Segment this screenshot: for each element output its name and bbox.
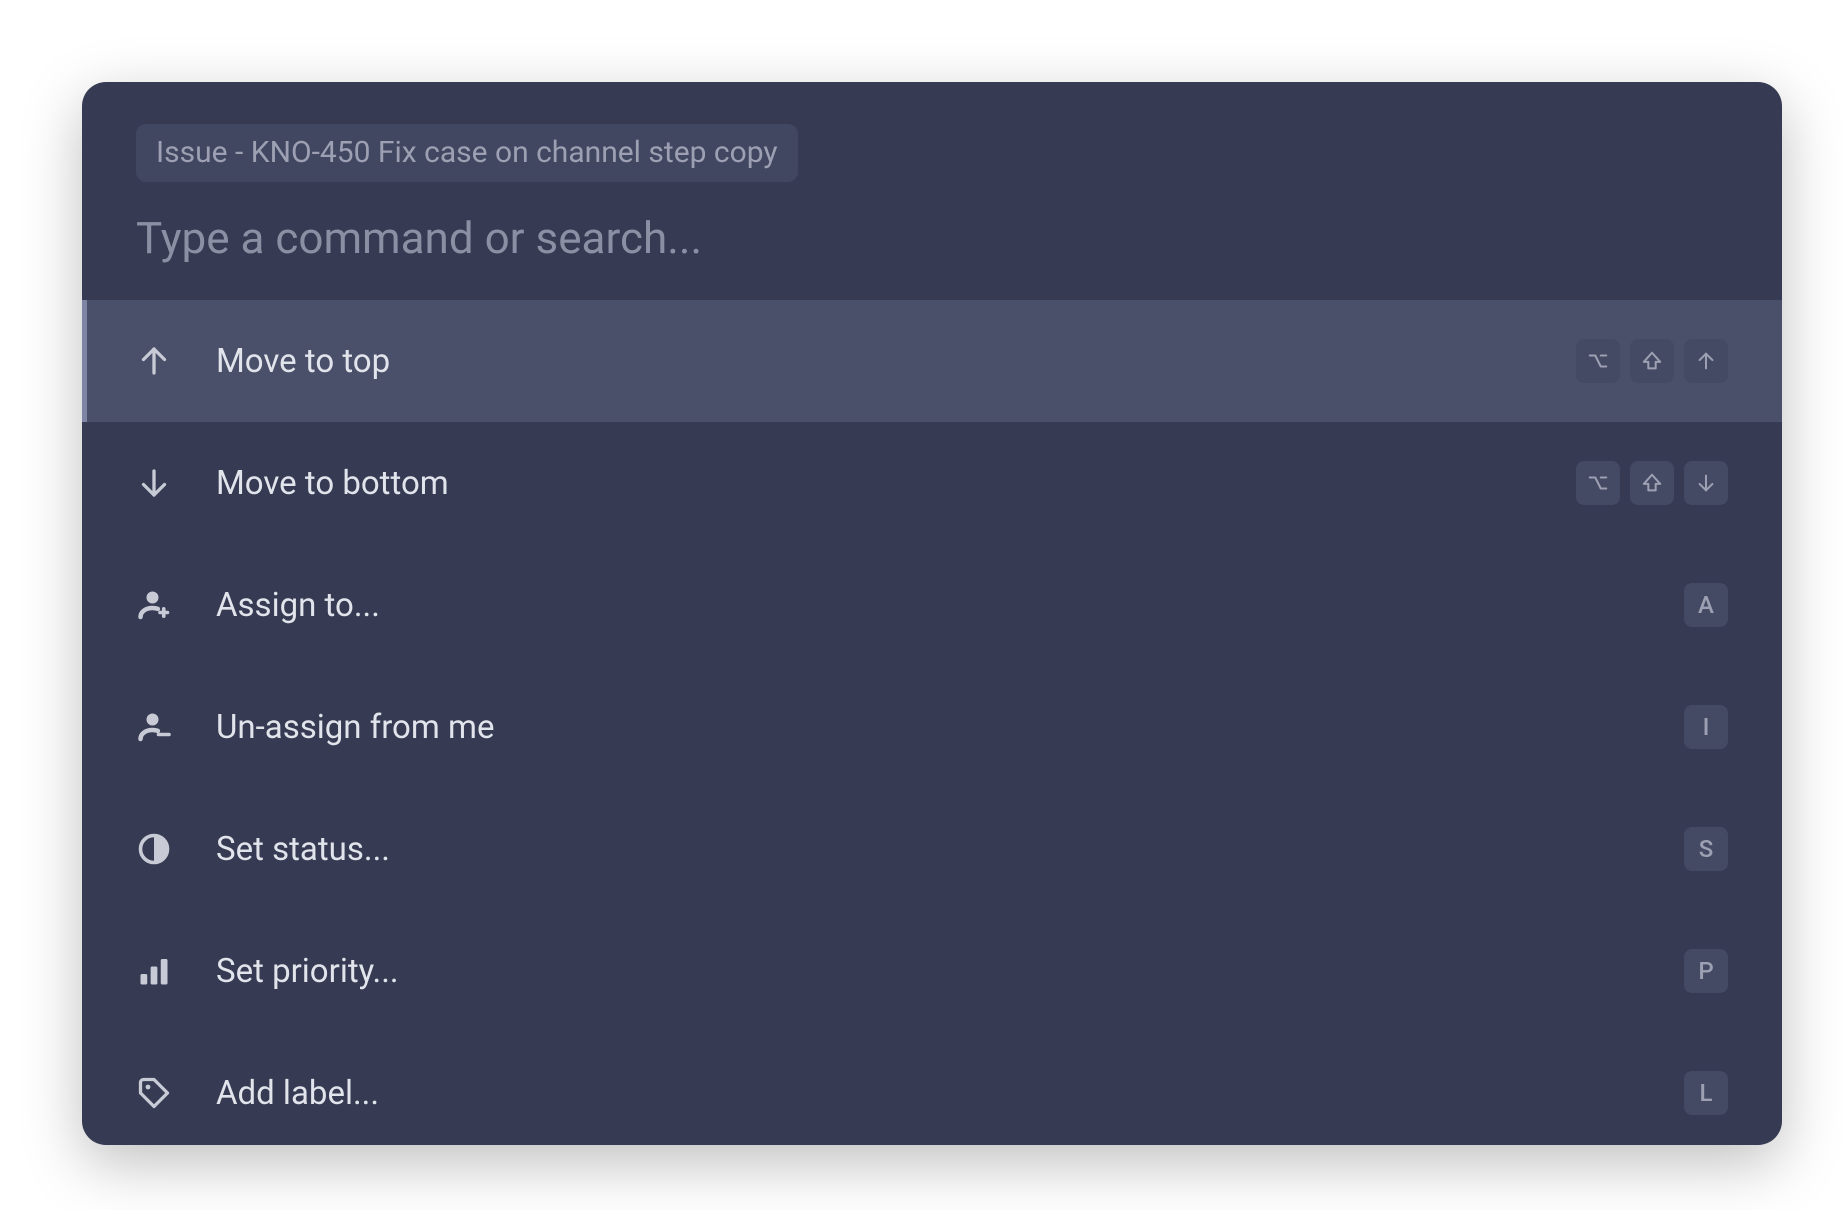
key-letter: I [1684, 705, 1728, 749]
shortcut-group [1576, 339, 1728, 383]
shortcut-group: S [1684, 827, 1728, 871]
key-letter: S [1684, 827, 1728, 871]
key-arrow-down-icon [1684, 461, 1728, 505]
shortcut-group: P [1684, 949, 1728, 993]
shortcut-group [1576, 461, 1728, 505]
context-badge: Issue - KNO-450 Fix case on channel step… [136, 124, 798, 182]
label-icon [136, 1075, 172, 1111]
shortcut-group: I [1684, 705, 1728, 749]
priority-icon [136, 953, 172, 989]
command-set-priority[interactable]: Set priority... P [82, 910, 1782, 1032]
command-search-input[interactable] [136, 212, 1728, 264]
search-wrap [82, 182, 1782, 300]
unassign-icon [136, 709, 172, 745]
command-label: Add label... [216, 1074, 1684, 1113]
palette-header: Issue - KNO-450 Fix case on channel step… [82, 82, 1782, 182]
key-shift-icon [1630, 461, 1674, 505]
key-option-icon [1576, 339, 1620, 383]
status-icon [136, 831, 172, 867]
command-palette: Issue - KNO-450 Fix case on channel step… [82, 82, 1782, 1145]
command-move-to-top[interactable]: Move to top [82, 300, 1782, 422]
key-letter: L [1684, 1071, 1728, 1115]
command-set-status[interactable]: Set status... S [82, 788, 1782, 910]
command-label: Move to bottom [216, 464, 1576, 503]
command-assign-to[interactable]: Assign to... A [82, 544, 1782, 666]
shortcut-group: L [1684, 1071, 1728, 1115]
key-letter: P [1684, 949, 1728, 993]
command-add-label[interactable]: Add label... L [82, 1032, 1782, 1145]
arrow-down-icon [136, 465, 172, 501]
key-arrow-up-icon [1684, 339, 1728, 383]
key-option-icon [1576, 461, 1620, 505]
key-letter: A [1684, 583, 1728, 627]
command-unassign-from-me[interactable]: Un-assign from me I [82, 666, 1782, 788]
command-label: Assign to... [216, 586, 1684, 625]
command-label: Set priority... [216, 952, 1684, 991]
command-list: Move to top [82, 300, 1782, 1145]
arrow-up-icon [136, 343, 172, 379]
assign-icon [136, 587, 172, 623]
key-shift-icon [1630, 339, 1674, 383]
command-move-to-bottom[interactable]: Move to bottom [82, 422, 1782, 544]
command-label: Set status... [216, 830, 1684, 869]
command-label: Un-assign from me [216, 708, 1684, 747]
shortcut-group: A [1684, 583, 1728, 627]
command-label: Move to top [216, 342, 1576, 381]
